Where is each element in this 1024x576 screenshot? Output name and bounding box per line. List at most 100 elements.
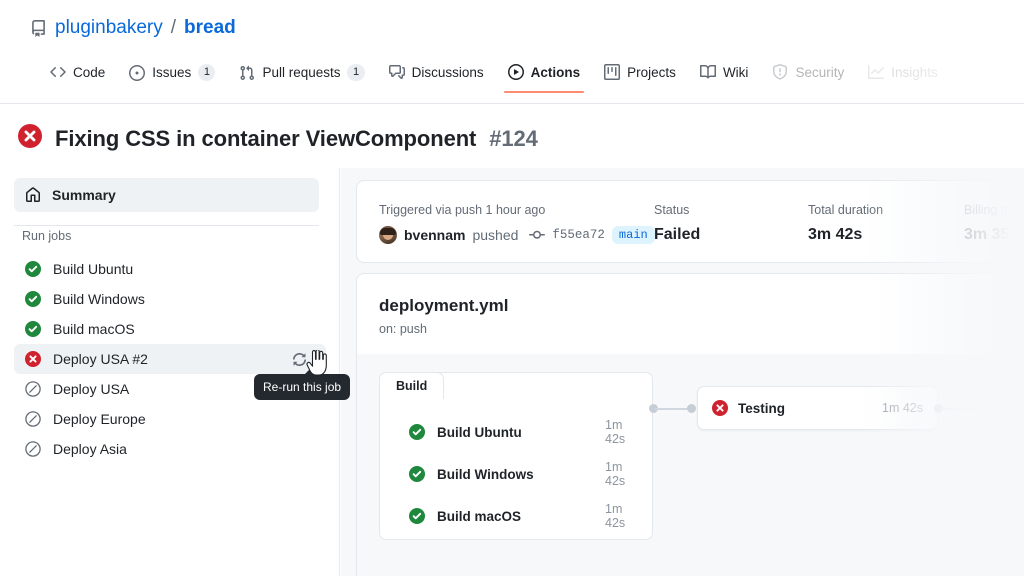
sidebar-job-deploy-europe[interactable]: Deploy Europe [14, 404, 326, 434]
tab-security-label: Security [795, 65, 844, 80]
sidebar-job-label: Build Windows [53, 291, 145, 307]
breadcrumb-owner[interactable]: pluginbakery [55, 17, 163, 39]
page-title: Fixing CSS in container ViewComponent #1… [18, 124, 538, 153]
play-icon [508, 64, 524, 80]
breadcrumb: pluginbakery / bread [30, 17, 236, 39]
actor-name[interactable]: bvennam [404, 227, 465, 243]
github-actions-run-page: pluginbakery / bread Code Issues 1 [0, 0, 1024, 576]
skipped-icon [25, 381, 41, 397]
tab-pull-requests[interactable]: Pull requests 1 [227, 64, 376, 94]
repo-header: pluginbakery / bread Code Issues 1 [0, 0, 1024, 104]
duration-label: Total duration [808, 203, 883, 217]
success-icon [409, 508, 425, 524]
graph-edge-dot [972, 404, 981, 413]
tab-wiki[interactable]: Wiki [688, 64, 761, 93]
success-icon [409, 466, 425, 482]
tab-issues[interactable]: Issues 1 [117, 64, 227, 94]
graph-job-label: Build macOS [437, 509, 521, 524]
run-title-text: Fixing CSS in container ViewComponent [55, 126, 476, 152]
run-summary-card: Triggered via push 1 hour ago bvennam pu… [356, 180, 1024, 263]
rerun-tooltip: Re-run this job [254, 374, 350, 400]
graph-group-build: Build Build Ubuntu 1m 42s Build Windows [379, 372, 653, 540]
skipped-icon [25, 411, 41, 427]
tab-actions[interactable]: Actions [496, 64, 593, 93]
graph-job-build-macos[interactable]: Build macOS 1m 42s [409, 506, 521, 526]
graph-job-label: Build Ubuntu [437, 425, 522, 440]
workflow-file-name: deployment.yml [379, 296, 508, 316]
graph-job-build-ubuntu[interactable]: Build Ubuntu 1m 42s [409, 422, 522, 442]
sidebar-job-deploy-usa-2[interactable]: Deploy USA #2 [14, 344, 326, 374]
triggered-value: bvennam pushed f55ea72 main [379, 226, 655, 244]
sidebar-job-build-ubuntu[interactable]: Build Ubuntu [14, 254, 326, 284]
branch-badge[interactable]: main [612, 226, 655, 244]
skipped-icon [1012, 466, 1024, 482]
commit-icon [529, 227, 545, 243]
tab-issues-count: 1 [198, 64, 215, 81]
status-value: Failed [654, 226, 700, 244]
billing-value: 3m 35s [964, 226, 1018, 244]
tab-pull-requests-count: 1 [347, 64, 364, 81]
tab-discussions[interactable]: Discussions [377, 64, 496, 93]
success-icon [25, 291, 41, 307]
graph-node-label: Testing [738, 401, 785, 416]
failure-icon [712, 400, 728, 416]
graph-job-duration: 1m 42s [605, 502, 625, 530]
run-number: #124 [489, 126, 538, 152]
code-icon [50, 64, 66, 80]
breadcrumb-separator: / [171, 17, 176, 39]
pull-request-icon [239, 65, 255, 81]
graph-job-label: Build Windows [437, 467, 534, 482]
triggered-label: Triggered via push 1 hour ago [379, 203, 545, 217]
graph-job-duration: 1m 42s [605, 460, 625, 488]
success-icon [409, 424, 425, 440]
tab-actions-label: Actions [531, 65, 581, 80]
graph-icon [868, 64, 884, 80]
avatar [379, 226, 397, 244]
graph-group-deploy: Deploy [982, 372, 1024, 540]
repo-nav-tabs: Code Issues 1 Pull requests 1 [38, 64, 950, 94]
book-icon [700, 64, 716, 80]
mouse-cursor [306, 350, 328, 381]
sidebar-job-label: Deploy USA [53, 381, 129, 397]
skipped-icon [1012, 424, 1024, 440]
repo-icon [30, 20, 47, 37]
status-label: Status [654, 203, 689, 217]
sidebar-job-label: Build Ubuntu [53, 261, 133, 277]
failure-icon [25, 351, 41, 367]
tab-insights[interactable]: Insights [856, 64, 950, 93]
graph-node-testing[interactable]: Testing 1m 42s [697, 386, 938, 430]
duration-value: 3m 42s [808, 226, 862, 244]
tab-projects[interactable]: Projects [592, 64, 688, 93]
graph-job-build-windows[interactable]: Build Windows 1m 42s [409, 464, 534, 484]
tab-security[interactable]: Security [760, 64, 856, 93]
graph-edge-dot [687, 404, 696, 413]
tab-code-label: Code [73, 65, 105, 80]
workflow-graph-card: deployment.yml on: push Build Build Ubun… [356, 273, 1024, 576]
tab-insights-label: Insights [891, 65, 938, 80]
sidebar-section-label: Run jobs [22, 229, 71, 243]
sidebar-item-summary[interactable]: Summary [14, 178, 319, 212]
run-status-icon [18, 124, 42, 153]
sidebar-summary-label: Summary [52, 187, 116, 203]
shield-icon [772, 64, 788, 80]
sidebar-job-label: Build macOS [53, 321, 135, 337]
sidebar-job-label: Deploy Asia [53, 441, 127, 457]
success-icon [25, 321, 41, 337]
billing-label: Billing time [964, 203, 1024, 217]
sidebar-job-deploy-asia[interactable]: Deploy Asia [14, 434, 326, 464]
graph-job-duration: 1m 42s [605, 418, 625, 446]
sidebar-job-build-macos[interactable]: Build macOS [14, 314, 326, 344]
actor-action: pushed [472, 227, 518, 243]
sidebar-job-build-windows[interactable]: Build Windows [14, 284, 326, 314]
tab-wiki-label: Wiki [723, 65, 749, 80]
graph-group-deploy-label[interactable]: Deploy [982, 372, 1024, 399]
breadcrumb-repo[interactable]: bread [184, 17, 236, 39]
project-icon [604, 64, 620, 80]
workflow-graph: Build Build Ubuntu 1m 42s Build Windows [357, 354, 1024, 576]
graph-group-build-label[interactable]: Build [379, 372, 444, 399]
commit-hash[interactable]: f55ea72 [552, 228, 605, 242]
issue-icon [129, 65, 145, 81]
success-icon [25, 261, 41, 277]
tab-discussions-label: Discussions [412, 65, 484, 80]
tab-code[interactable]: Code [38, 64, 117, 93]
